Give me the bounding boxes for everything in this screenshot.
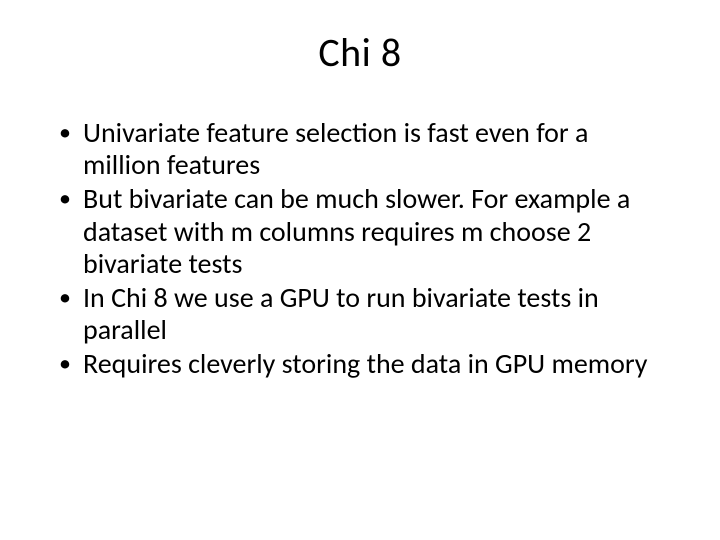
bullet-list: Univariate feature selection is fast eve…: [55, 117, 665, 381]
list-item: But bivariate can be much slower. For ex…: [55, 183, 665, 280]
list-item: In Chi 8 we use a GPU to run bivariate t…: [55, 282, 665, 346]
slide-title: Chi 8: [55, 28, 665, 77]
slide: Chi 8 Univariate feature selection is fa…: [0, 0, 720, 540]
list-item: Requires cleverly storing the data in GP…: [55, 348, 665, 380]
list-item: Univariate feature selection is fast eve…: [55, 117, 665, 181]
